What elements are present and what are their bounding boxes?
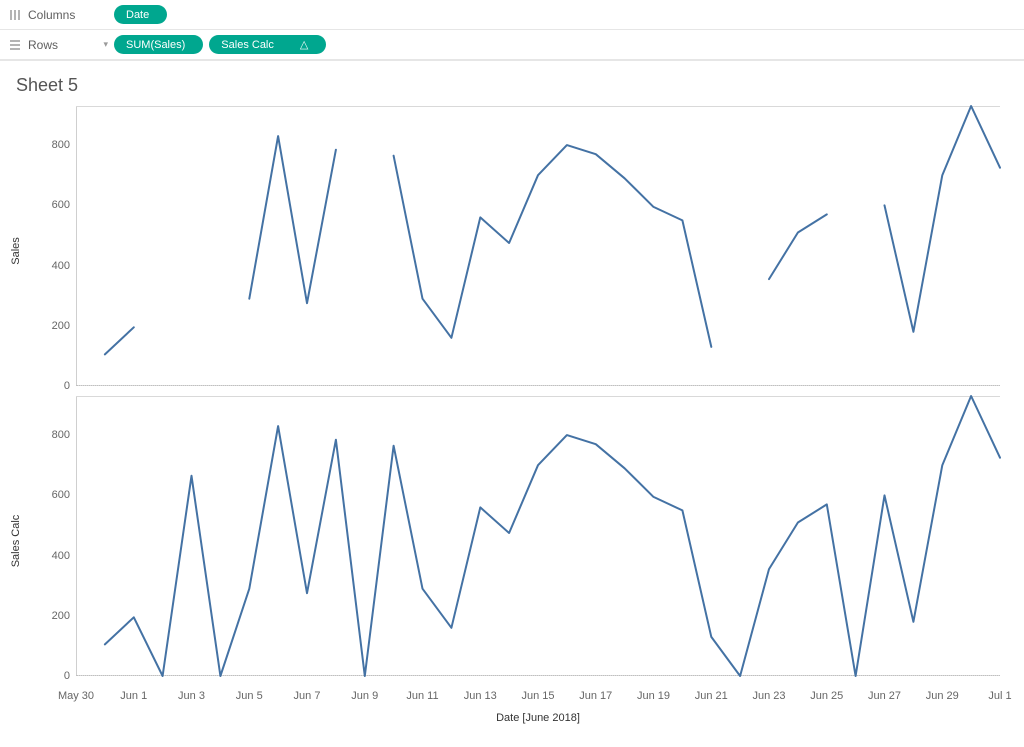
x-tick: Jun 19 (637, 690, 670, 702)
sheet-title: Sheet 5 (0, 61, 1024, 106)
x-tick: Jun 25 (810, 690, 843, 702)
y-tick: 200 (30, 610, 76, 622)
chevron-down-icon[interactable]: ▾ (103, 39, 108, 50)
plot-sales-calc: 0200400600800 (76, 396, 1000, 676)
x-tick: Jun 7 (294, 690, 321, 702)
pill-sum-sales[interactable]: SUM(Sales) (114, 35, 203, 54)
x-tick: Jun 27 (868, 690, 901, 702)
y-tick: 800 (30, 429, 76, 441)
y-axis-label-sales-calc: Sales Calc (10, 515, 22, 568)
rows-shelf-label: Rows ▾ (24, 38, 114, 52)
x-tick: Jun 3 (178, 690, 205, 702)
plot-sales: 0200400600800 (76, 106, 1000, 386)
y-tick: 0 (30, 670, 76, 682)
y-tick: 0 (30, 380, 76, 392)
x-tick: Jun 23 (752, 690, 785, 702)
x-axis-title: Date [June 2018] (496, 712, 580, 724)
sheet-area: Sheet 5 Sales 0200400600800 Sales Calc 0… (0, 60, 1024, 747)
x-tick: Jun 15 (521, 690, 554, 702)
columns-shelf-label: Columns (24, 8, 114, 22)
y-tick: 400 (30, 550, 76, 562)
y-tick: 800 (30, 139, 76, 151)
chart-sales-calc[interactable]: Sales Calc 0200400600800 (12, 396, 1018, 686)
y-tick: 600 (30, 489, 76, 501)
x-tick: May 30 (58, 690, 94, 702)
x-tick: Jun 13 (464, 690, 497, 702)
x-tick: Jun 1 (120, 690, 147, 702)
x-tick: Jun 29 (926, 690, 959, 702)
x-tick: Jun 5 (236, 690, 263, 702)
x-axis: Date [June 2018] May 30Jun 1Jun 3Jun 5Ju… (76, 690, 1000, 730)
x-tick: Jun 17 (579, 690, 612, 702)
columns-shelf[interactable]: Columns Date (0, 0, 1024, 30)
calc-icon: △ (300, 38, 308, 51)
charts-container: Sales 0200400600800 Sales Calc 020040060… (12, 106, 1018, 708)
rows-shelf[interactable]: Rows ▾ SUM(Sales) Sales Calc △ (0, 30, 1024, 60)
y-axis-label-sales: Sales (10, 237, 22, 265)
x-tick: Jun 21 (695, 690, 728, 702)
columns-icon (6, 8, 24, 22)
x-tick: Jun 11 (406, 690, 438, 702)
x-tick: Jun 9 (351, 690, 378, 702)
y-tick: 400 (30, 260, 76, 272)
rows-icon (6, 38, 24, 52)
y-tick: 600 (30, 199, 76, 211)
pill-date[interactable]: Date (114, 5, 167, 24)
x-tick: Jul 1 (988, 690, 1011, 702)
y-tick: 200 (30, 320, 76, 332)
chart-sales[interactable]: Sales 0200400600800 (12, 106, 1018, 396)
pill-sales-calc[interactable]: Sales Calc △ (209, 35, 326, 54)
